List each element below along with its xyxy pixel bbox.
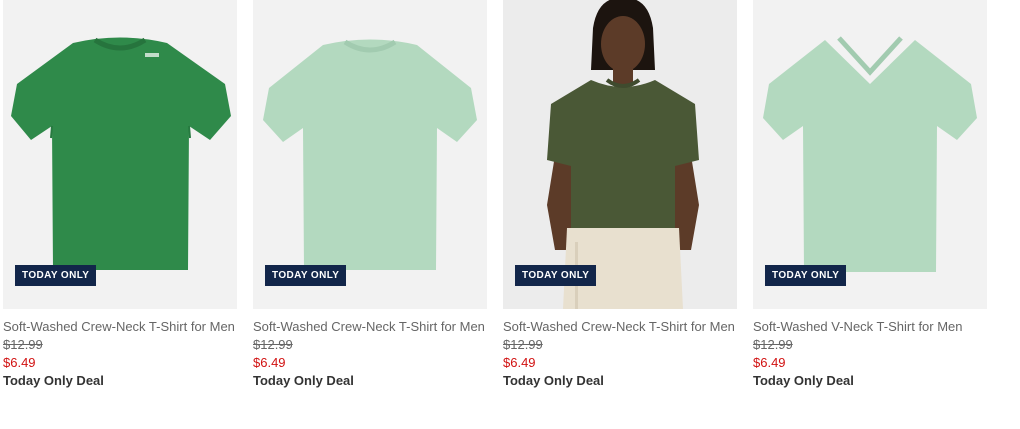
today-only-badge: TODAY ONLY <box>265 265 347 286</box>
product-card: TODAY ONLY Soft-Washed Crew-Neck T-Shirt… <box>3 0 237 390</box>
deal-label: Today Only Deal <box>753 373 854 388</box>
product-image <box>3 0 237 309</box>
product-image-link[interactable]: TODAY ONLY <box>3 0 237 309</box>
product-image-link[interactable]: TODAY ONLY <box>253 0 487 309</box>
today-only-badge: TODAY ONLY <box>515 265 597 286</box>
product-title-link[interactable]: Soft-Washed Crew-Neck T-Shirt for Men <box>253 318 487 336</box>
original-price: $12.99 <box>253 337 293 352</box>
product-info: Soft-Washed V-Neck T-Shirt for Men $12.9… <box>753 309 987 390</box>
product-title-link[interactable]: Soft-Washed V-Neck T-Shirt for Men <box>753 318 987 336</box>
product-image-link[interactable]: TODAY ONLY <box>753 0 987 309</box>
sale-price: $6.49 <box>503 355 536 370</box>
sale-price: $6.49 <box>3 355 36 370</box>
product-info: Soft-Washed Crew-Neck T-Shirt for Men $1… <box>253 309 487 390</box>
sale-price: $6.49 <box>253 355 286 370</box>
original-price: $12.99 <box>753 337 793 352</box>
product-card: TODAY ONLY Soft-Washed V-Neck T-Shirt fo… <box>753 0 987 390</box>
product-image-link[interactable]: TODAY ONLY <box>503 0 737 309</box>
original-price: $12.99 <box>503 337 543 352</box>
today-only-badge: TODAY ONLY <box>15 265 97 286</box>
product-title-link[interactable]: Soft-Washed Crew-Neck T-Shirt for Men <box>503 318 737 336</box>
product-image <box>253 0 487 309</box>
product-info: Soft-Washed Crew-Neck T-Shirt for Men $1… <box>503 309 737 390</box>
product-image <box>753 0 987 309</box>
deal-label: Today Only Deal <box>503 373 604 388</box>
product-image <box>503 0 737 309</box>
today-only-badge: TODAY ONLY <box>765 265 847 286</box>
deal-label: Today Only Deal <box>253 373 354 388</box>
product-grid: TODAY ONLY Soft-Washed Crew-Neck T-Shirt… <box>0 0 1020 429</box>
product-title-link[interactable]: Soft-Washed Crew-Neck T-Shirt for Men <box>3 318 237 336</box>
sale-price: $6.49 <box>753 355 786 370</box>
product-card: TODAY ONLY Soft-Washed Crew-Neck T-Shirt… <box>503 0 737 390</box>
original-price: $12.99 <box>3 337 43 352</box>
product-card: TODAY ONLY Soft-Washed Crew-Neck T-Shirt… <box>253 0 487 390</box>
deal-label: Today Only Deal <box>3 373 104 388</box>
product-info: Soft-Washed Crew-Neck T-Shirt for Men $1… <box>3 309 237 390</box>
